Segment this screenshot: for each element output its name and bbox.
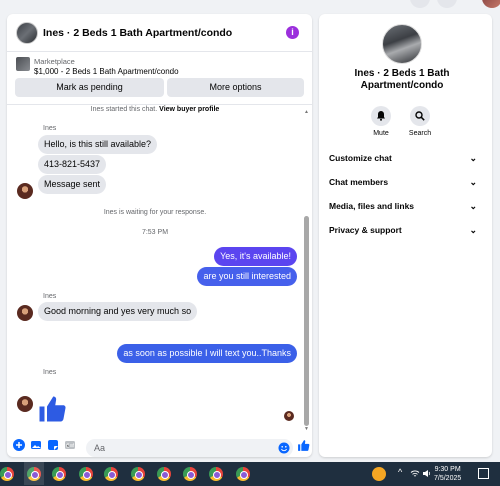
composer: [7, 439, 312, 457]
listing-thumbnail[interactable]: [16, 57, 30, 71]
top-strip: [0, 0, 500, 8]
taskbar-app-chrome[interactable]: [209, 467, 223, 481]
row-label: Customize chat: [329, 153, 392, 163]
chevron-down-icon: ⌄: [469, 201, 477, 211]
row-label: Chat members: [329, 177, 389, 187]
taskbar-app-chrome[interactable]: [131, 467, 145, 481]
volume-icon[interactable]: [422, 469, 432, 478]
sender-avatar[interactable]: [17, 183, 33, 199]
sender-name: Ines: [43, 369, 57, 376]
search-icon: [415, 111, 425, 121]
chevron-down-icon: ⌄: [469, 177, 477, 187]
weather-widget-icon[interactable]: [372, 467, 386, 481]
view-buyer-profile-link[interactable]: View buyer profile: [159, 106, 219, 113]
taskbar-app-chrome[interactable]: [183, 467, 197, 481]
messenger-button[interactable]: [437, 0, 457, 8]
conversation-info-panel: Ines · 2 Beds 1 Bath Apartment/condo Mut…: [319, 14, 492, 457]
photo-icon[interactable]: [30, 439, 42, 451]
chat-panel: Ines · 2 Beds 1 Bath Apartment/condo i M…: [7, 14, 312, 457]
outgoing-message[interactable]: Yes, it's available!: [214, 247, 297, 266]
customize-chat-row[interactable]: Customize chat ⌄: [329, 153, 477, 169]
search-label: Search: [408, 130, 432, 137]
read-receipt-avatar: [284, 411, 294, 421]
mark-as-pending-button[interactable]: Mark as pending: [15, 78, 164, 97]
menu-button[interactable]: [410, 0, 430, 8]
taskbar-app-chrome[interactable]: [236, 467, 250, 481]
sticker-icon[interactable]: [47, 439, 59, 451]
incoming-message[interactable]: Message sent: [38, 175, 107, 194]
more-options-button[interactable]: More options: [167, 78, 304, 97]
listing-photo[interactable]: [382, 24, 422, 64]
scrollbar-thumb[interactable]: [304, 216, 309, 426]
search-action[interactable]: Search: [405, 106, 435, 137]
bell-icon: [377, 111, 385, 121]
gif-icon[interactable]: [64, 439, 76, 451]
taskbar-app-chrome[interactable]: [0, 467, 14, 481]
wifi-icon[interactable]: [410, 469, 420, 478]
taskbar-app-chrome[interactable]: [52, 467, 66, 481]
mute-action[interactable]: Mute: [366, 106, 396, 137]
chat-title[interactable]: Ines · 2 Beds 1 Bath Apartment/condo: [43, 27, 232, 39]
listing-summary[interactable]: $1,000 - 2 Beds 1 Bath Apartment/condo: [34, 67, 179, 76]
taskbar: ^ 9:30 PM 7/5/2025: [0, 462, 500, 486]
incoming-message[interactable]: Good morning and yes very much so: [38, 302, 198, 321]
sender-name: Ines: [43, 125, 57, 132]
scroll-up-arrow[interactable]: ▲: [304, 109, 309, 115]
sender-avatar[interactable]: [17, 396, 33, 412]
media-files-links-row[interactable]: Media, files and links ⌄: [329, 201, 477, 217]
privacy-support-row[interactable]: Privacy & support ⌄: [329, 225, 477, 241]
system-started-text: Ines started this chat.: [90, 106, 158, 113]
sender-name: Ines: [43, 293, 57, 300]
plus-icon[interactable]: [13, 439, 25, 451]
row-label: Privacy & support: [329, 225, 402, 235]
system-clock[interactable]: 9:30 PM 7/5/2025: [434, 465, 461, 483]
divider: [7, 104, 312, 105]
thumbs-up-icon[interactable]: [37, 394, 67, 424]
conversation-name: Ines · 2 Beds 1 Bath Apartment/condo: [354, 68, 450, 91]
taskbar-app-chrome[interactable]: [104, 467, 118, 481]
listing-avatar[interactable]: [16, 22, 38, 44]
timestamp: 7:53 PM: [141, 229, 169, 236]
chat-header: Ines · 2 Beds 1 Bath Apartment/condo i: [7, 14, 312, 52]
scroll-down-arrow[interactable]: ▼: [304, 426, 309, 432]
sender-avatar[interactable]: [17, 305, 33, 321]
chevron-down-icon: ⌄: [469, 225, 477, 235]
emoji-icon[interactable]: [278, 442, 290, 454]
outgoing-message[interactable]: as soon as possible I will text you..Tha…: [117, 344, 297, 363]
clock-time: 9:30 PM: [434, 466, 461, 473]
outgoing-message[interactable]: are you still interested: [197, 267, 297, 286]
thumbs-up-icon[interactable]: [297, 439, 310, 452]
notification-icon[interactable]: [478, 468, 489, 479]
clock-date: 7/5/2025: [434, 475, 462, 482]
message-input[interactable]: [94, 441, 269, 455]
incoming-message[interactable]: Hello, is this still available?: [38, 135, 158, 154]
info-icon[interactable]: i: [286, 26, 299, 39]
taskbar-app-chrome[interactable]: [24, 462, 44, 485]
chevron-up-icon[interactable]: ^: [398, 467, 402, 477]
row-label: Media, files and links: [329, 201, 415, 211]
taskbar-app-chrome[interactable]: [157, 467, 171, 481]
chevron-down-icon: ⌄: [469, 153, 477, 163]
chat-members-row[interactable]: Chat members ⌄: [329, 177, 477, 193]
taskbar-app-chrome[interactable]: [79, 467, 93, 481]
system-message-waiting: Ines is waiting for your response.: [103, 209, 207, 216]
message-input-box[interactable]: [86, 439, 293, 457]
system-message-started: Ines started this chat. View buyer profi…: [7, 106, 303, 113]
account-avatar[interactable]: [482, 0, 500, 8]
mute-label: Mute: [373, 130, 389, 137]
marketplace-label: Marketplace: [34, 57, 75, 66]
incoming-message[interactable]: 413-821-5437: [38, 155, 107, 174]
